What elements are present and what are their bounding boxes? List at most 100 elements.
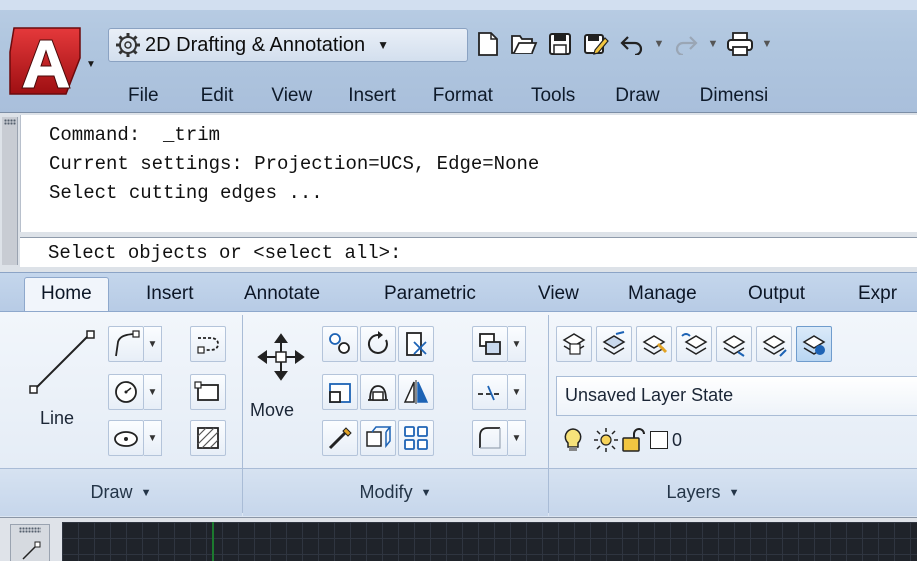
- unlock-icon[interactable]: [620, 427, 646, 453]
- menu-draw[interactable]: Draw: [615, 85, 659, 107]
- break-icon: [478, 385, 502, 401]
- break-button[interactable]: [472, 374, 508, 410]
- stretch-button[interactable]: [322, 374, 358, 410]
- move-button[interactable]: [254, 330, 308, 384]
- layer-previous-button[interactable]: [676, 326, 712, 362]
- rect-array-button[interactable]: [398, 420, 434, 456]
- layer-match-button[interactable]: [636, 326, 672, 362]
- workspace-selector[interactable]: 2D Drafting & Annotation ▼: [108, 28, 468, 62]
- circle-button[interactable]: [108, 374, 144, 410]
- menu-view[interactable]: View: [271, 85, 312, 107]
- sun-icon[interactable]: [592, 427, 620, 453]
- draworder-button[interactable]: [472, 326, 508, 362]
- layer-color-swatch[interactable]: [650, 431, 668, 449]
- menu-bar: File Edit View Insert Format Tools Draw …: [104, 80, 917, 112]
- workspace-label: 2D Drafting & Annotation: [145, 33, 366, 56]
- tab-express[interactable]: Expr: [858, 283, 897, 305]
- undo-dropdown-arrow[interactable]: ▼: [650, 38, 668, 50]
- polyline-icon: [115, 330, 140, 357]
- hatch-button[interactable]: [190, 420, 226, 456]
- break-dropdown-arrow[interactable]: ▼: [508, 374, 526, 410]
- current-layer-dropdown[interactable]: 0: [556, 420, 917, 460]
- line-icon: [29, 330, 95, 394]
- qat-customize-arrow[interactable]: ▼: [758, 38, 776, 50]
- ribbon-tab-bar: Home Insert Annotate Parametric View Man…: [0, 272, 917, 313]
- plot-icon: [727, 32, 753, 56]
- model-canvas[interactable]: [62, 522, 917, 561]
- mirror-button[interactable]: [360, 374, 396, 410]
- menu-format[interactable]: Format: [433, 85, 493, 107]
- open-button[interactable]: [506, 27, 542, 61]
- layer-state-button[interactable]: [596, 326, 632, 362]
- tab-insert[interactable]: Insert: [146, 283, 194, 305]
- lightbulb-icon[interactable]: [562, 427, 584, 453]
- polyline-button[interactable]: [108, 326, 144, 362]
- ellipse-dropdown-arrow[interactable]: ▼: [144, 420, 162, 456]
- trim-button[interactable]: [398, 326, 434, 362]
- undo-button[interactable]: [614, 27, 650, 61]
- line-tool-icon[interactable]: [11, 539, 49, 561]
- save-as-button[interactable]: [578, 27, 614, 61]
- draw-panel-label: Draw: [90, 482, 133, 502]
- layer-freeze-button[interactable]: [796, 326, 832, 362]
- title-bar: ▼ 2D Drafting & Annotation ▼ ▼ ▼ ▼ File …: [0, 0, 917, 112]
- circle-dropdown-arrow[interactable]: ▼: [144, 374, 162, 410]
- polyline-dropdown-arrow[interactable]: ▼: [144, 326, 162, 362]
- layer-unisolate-icon: [762, 335, 787, 357]
- drawing-area: [0, 517, 917, 561]
- copy-button[interactable]: [322, 326, 358, 362]
- line-button[interactable]: [22, 324, 102, 402]
- layer-state-dropdown[interactable]: Unsaved Layer State: [556, 376, 917, 416]
- menu-tools[interactable]: Tools: [531, 85, 575, 107]
- rectangle-button[interactable]: [190, 374, 226, 410]
- layer-properties-icon: [562, 333, 586, 355]
- layers-panel-label: Layers: [666, 482, 721, 502]
- autocad-logo-icon: [9, 27, 81, 95]
- tab-view[interactable]: View: [538, 283, 579, 305]
- spline-button[interactable]: [190, 326, 226, 362]
- save-button[interactable]: [542, 27, 578, 61]
- layer-match-icon: [642, 335, 668, 355]
- tab-home[interactable]: Home: [24, 277, 109, 313]
- layers-panel-title[interactable]: Layers ▼: [549, 468, 917, 516]
- command-window: Command: _trim Current settings: Projecti…: [0, 112, 917, 272]
- chevron-down-icon: ▼: [377, 38, 390, 52]
- modify-panel-label: Modify: [359, 482, 413, 502]
- fillet-icon: [328, 427, 352, 450]
- rotate-button[interactable]: [360, 326, 396, 362]
- menu-dimension[interactable]: Dimensi: [700, 85, 769, 107]
- ellipse-button[interactable]: [108, 420, 144, 456]
- chamfer-icon: [479, 427, 501, 449]
- plot-button[interactable]: [722, 27, 758, 61]
- command-window-grip[interactable]: [2, 117, 18, 265]
- redo-icon: [675, 36, 698, 55]
- redo-dropdown-arrow[interactable]: ▼: [704, 38, 722, 50]
- menu-insert[interactable]: Insert: [348, 85, 396, 107]
- tab-annotate[interactable]: Annotate: [244, 283, 320, 305]
- new-button[interactable]: [470, 27, 506, 61]
- menu-file[interactable]: File: [128, 85, 159, 107]
- command-input[interactable]: Select objects or <select all>:: [20, 237, 917, 267]
- draw-panel-title[interactable]: Draw ▼: [0, 468, 242, 516]
- layer-isolate-button[interactable]: [716, 326, 752, 362]
- tab-output[interactable]: Output: [748, 283, 805, 305]
- gear-icon: [116, 33, 140, 57]
- redo-button[interactable]: [668, 27, 704, 61]
- menu-edit[interactable]: Edit: [201, 85, 234, 107]
- mirror-axis-button[interactable]: [398, 374, 434, 410]
- array-button[interactable]: [360, 420, 396, 456]
- layer-unisolate-button[interactable]: [756, 326, 792, 362]
- draworder-dropdown-arrow[interactable]: ▼: [508, 326, 526, 362]
- chamfer-dropdown-arrow[interactable]: ▼: [508, 420, 526, 456]
- stretch-icon: [329, 383, 351, 403]
- layer-properties-button[interactable]: [556, 326, 592, 362]
- mirror-icon: [368, 385, 388, 401]
- modify-panel-title[interactable]: Modify ▼: [243, 468, 548, 516]
- application-menu-button[interactable]: [6, 22, 84, 102]
- tab-manage[interactable]: Manage: [628, 283, 697, 305]
- fillet-button[interactable]: [322, 420, 358, 456]
- tab-parametric[interactable]: Parametric: [384, 283, 476, 305]
- tool-palette-strip[interactable]: [10, 524, 50, 561]
- app-menu-dropdown-arrow[interactable]: ▼: [84, 58, 98, 72]
- chamfer-button[interactable]: [472, 420, 508, 456]
